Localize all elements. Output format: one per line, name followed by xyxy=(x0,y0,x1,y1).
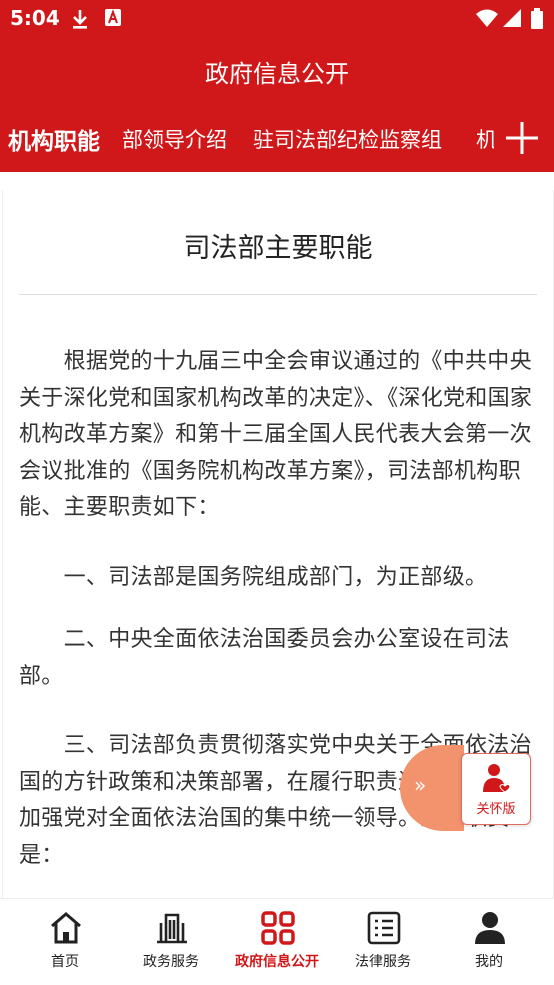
nav-home[interactable]: 首页 xyxy=(10,899,120,985)
nav-services-label: 政务服务 xyxy=(143,954,199,970)
home-icon xyxy=(51,912,81,944)
bottom-navigation: 首页 政务服务 政府信息公开 法律服务 我的 xyxy=(0,898,554,985)
plus-icon xyxy=(506,122,538,154)
nav-gov-info[interactable]: 政府信息公开 xyxy=(222,899,332,985)
building-icon xyxy=(157,913,187,944)
article-paragraph-3: 二、中央全面依法治国委员会办公室设在司法部。 xyxy=(19,627,510,689)
elder-care-icon xyxy=(483,764,510,793)
add-tab-button[interactable] xyxy=(494,108,554,172)
status-bar: 5:04 xyxy=(0,0,554,38)
app-header: 政府信息公开 xyxy=(0,38,554,108)
tab-functions[interactable]: 机构职能 xyxy=(8,122,100,156)
wifi-icon xyxy=(476,9,498,27)
nav-profile-label: 我的 xyxy=(475,954,503,970)
download-icon xyxy=(73,10,87,29)
article-title: 司法部主要职能 xyxy=(183,233,373,264)
list-icon xyxy=(367,911,401,945)
nav-home-label: 首页 xyxy=(51,954,79,970)
article-paragraph-1: 根据党的十九届三中全会审议通过的《中共中央关于深化党和国家机构改革的决定》、《深… xyxy=(19,349,533,520)
nav-legal[interactable]: 法律服务 xyxy=(328,899,438,985)
tab-leaders[interactable]: 部领导介绍 xyxy=(122,124,227,154)
double-chevron-icon: » xyxy=(414,773,427,797)
article-paragraph-2: 一、司法部是国务院组成部门，为正部级。 xyxy=(19,565,488,590)
nav-legal-label: 法律服务 xyxy=(355,954,411,970)
person-icon xyxy=(475,912,505,944)
signal-icon xyxy=(503,9,521,27)
notification-a-icon xyxy=(105,9,121,26)
nav-services[interactable]: 政务服务 xyxy=(116,899,226,985)
nav-gov-info-label: 政府信息公开 xyxy=(235,954,319,970)
page-title: 政府信息公开 xyxy=(205,60,349,88)
category-tabs: 机构职能 部领导介绍 驻司法部纪检监察组 机 xyxy=(0,108,554,172)
battery-icon xyxy=(531,8,543,29)
care-mode-label: 关怀版 xyxy=(476,802,516,817)
grid-icon xyxy=(261,911,295,945)
nav-profile[interactable]: 我的 xyxy=(434,899,544,985)
tab-discipline-group[interactable]: 驻司法部纪检监察组 xyxy=(253,124,442,154)
status-time: 5:04 xyxy=(10,6,60,30)
title-divider xyxy=(19,294,537,295)
care-mode-button[interactable]: 关怀版 xyxy=(461,753,531,825)
